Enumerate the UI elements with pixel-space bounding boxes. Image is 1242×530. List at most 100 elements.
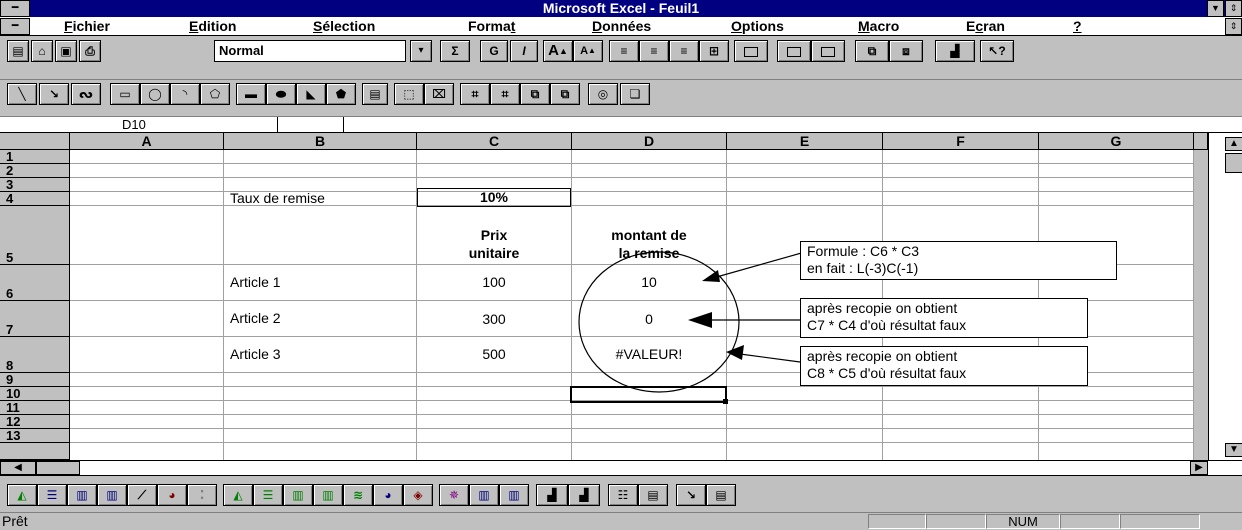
3d-stacked-icon[interactable]: ▥ (313, 484, 343, 506)
polygon-icon[interactable]: ⬠ (200, 83, 230, 105)
drop-shadow-icon[interactable]: ❏ (620, 83, 650, 105)
menu-fichier[interactable]: Fichier (64, 17, 110, 36)
row-header-1[interactable]: 1 (0, 150, 70, 164)
filled-polygon-icon[interactable]: ⬟ (326, 83, 356, 105)
gridlines-icon[interactable]: ☷ (608, 484, 638, 506)
scroll-up-icon[interactable]: ▲ (1225, 137, 1242, 151)
center-across-icon[interactable]: ⊞ (699, 40, 729, 62)
row-header-11[interactable]: 11 (0, 401, 70, 415)
3d-surface-icon[interactable]: ◈ (403, 484, 433, 506)
chart-text-box-icon[interactable]: ▤ (706, 484, 736, 506)
scroll-right-icon[interactable]: ▶ (1190, 461, 1208, 475)
print-icon[interactable]: ⎙ (79, 40, 101, 62)
bold-icon[interactable]: G (480, 40, 508, 62)
row-header-2[interactable]: 2 (0, 164, 70, 178)
chart-arrow-icon[interactable]: ↘ (676, 484, 706, 506)
3d-line-icon[interactable]: ≋ (343, 484, 373, 506)
rectangle-icon[interactable]: ▭ (110, 83, 140, 105)
select-all-corner[interactable] (0, 133, 70, 150)
column-header-f[interactable]: F (883, 133, 1039, 150)
combination-chart-icon[interactable]: ▥ (469, 484, 499, 506)
bring-front-icon[interactable]: ⧉ (520, 83, 550, 105)
note-recopie-c7[interactable]: après recopie on obtient C7 * C4 d'où ré… (800, 298, 1088, 338)
border-outline-icon[interactable] (777, 40, 811, 62)
chart-format-icon[interactable]: ▟ (568, 484, 600, 506)
preferred-chart-icon[interactable]: ▥ (499, 484, 529, 506)
text-box-icon[interactable]: ▤ (362, 83, 388, 105)
italic-icon[interactable]: I (510, 40, 538, 62)
note-formule[interactable]: Formule : C6 * C3 en fait : L(-3)C(-1) (800, 241, 1117, 280)
filled-arc-icon[interactable]: ◣ (296, 83, 326, 105)
format-painter-icon[interactable]: ⧈ (889, 40, 923, 62)
chart-wizard-icon[interactable]: ▟ (935, 40, 975, 62)
arrow-tool-icon[interactable]: ↘ (39, 83, 69, 105)
chart-wizard-small-icon[interactable]: ▟ (536, 484, 568, 506)
new-icon[interactable]: ▤ (7, 40, 29, 62)
align-right-icon[interactable]: ≡ (669, 40, 699, 62)
arc-icon[interactable]: ◝ (170, 83, 200, 105)
menu-ecran[interactable]: Ecran (966, 17, 1005, 36)
menu-help[interactable]: ? (1073, 17, 1082, 36)
horizontal-scrollbar[interactable]: ◀ ▶ (0, 460, 1242, 476)
dropdown-arrow-icon[interactable]: ▾ (410, 40, 432, 62)
color-icon[interactable]: ◎ (588, 83, 618, 105)
column-header-b[interactable]: B (224, 133, 417, 150)
freehand-icon[interactable]: ᔓ (71, 83, 101, 105)
font-decrease-icon[interactable]: A▲ (573, 40, 603, 62)
note-recopie-c8[interactable]: après recopie on obtient C8 * C5 d'où ré… (800, 346, 1088, 386)
column-header-c[interactable]: C (417, 133, 572, 150)
row-header-10[interactable]: 10 (0, 387, 70, 401)
save-icon[interactable]: ▣ (55, 40, 77, 62)
filled-ellipse-icon[interactable]: ⬬ (266, 83, 296, 105)
scatter-chart-icon[interactable]: ⁚ (187, 484, 217, 506)
menu-options[interactable]: Options (731, 17, 784, 36)
filled-rectangle-icon[interactable]: ▬ (236, 83, 266, 105)
style-combobox[interactable]: Normal (214, 40, 406, 62)
doc-restore-icon[interactable]: ⇕ (1225, 18, 1242, 35)
scroll-left-icon[interactable]: ◀ (0, 461, 36, 475)
column-chart-icon[interactable]: ▥ (67, 484, 97, 506)
3d-bar-icon[interactable]: ☰ (253, 484, 283, 506)
menu-donnees[interactable]: Données (592, 17, 651, 36)
restore-icon[interactable]: ⇕ (1225, 0, 1242, 17)
column-header-g[interactable]: G (1039, 133, 1194, 150)
selection-icon[interactable]: ⬚ (394, 83, 424, 105)
3d-area-icon[interactable]: ◭ (223, 484, 253, 506)
3d-pie-icon[interactable]: ◕ (373, 484, 403, 506)
minimize-icon[interactable]: ▼ (1207, 0, 1224, 17)
row-header-4[interactable]: 4 (0, 192, 70, 206)
pie-chart-icon[interactable]: ◕ (157, 484, 187, 506)
ungroup-icon[interactable]: ⌗ (490, 83, 520, 105)
bar-chart-icon[interactable]: ☰ (37, 484, 67, 506)
scroll-thumb-vertical[interactable] (1225, 153, 1242, 173)
3d-column-icon[interactable]: ▥ (283, 484, 313, 506)
column-header-d[interactable]: D (572, 133, 727, 150)
align-left-icon[interactable]: ≡ (609, 40, 639, 62)
worksheet-grid[interactable]: Taux de remise 10% Prix unitaire montant… (70, 150, 1194, 460)
scroll-thumb-horizontal[interactable] (36, 461, 80, 475)
doc-menu-icon[interactable]: ━ (0, 18, 30, 35)
row-header-12[interactable]: 12 (0, 415, 70, 429)
menu-macro[interactable]: Macro (858, 17, 899, 36)
font-increase-icon[interactable]: A▲ (543, 40, 573, 62)
help-icon[interactable]: ↖? (980, 40, 1014, 62)
border-bottom-icon[interactable] (811, 40, 845, 62)
vertical-scrollbar[interactable]: ▲ ▼ (1208, 133, 1242, 460)
legend-icon[interactable]: ▤ (638, 484, 668, 506)
align-center-icon[interactable]: ≡ (639, 40, 669, 62)
copy-icon[interactable]: ⧉ (855, 40, 889, 62)
row-header-3[interactable]: 3 (0, 178, 70, 192)
line-chart-icon[interactable]: ⟋ (127, 484, 157, 506)
sum-icon[interactable]: Σ (440, 40, 470, 62)
row-header-9[interactable]: 9 (0, 373, 70, 387)
name-box[interactable]: D10 (0, 117, 278, 133)
radar-chart-icon[interactable]: ✵ (439, 484, 469, 506)
border-icon[interactable] (734, 40, 768, 62)
menu-selection[interactable]: Sélection (313, 17, 375, 36)
row-header-13[interactable]: 13 (0, 429, 70, 443)
ellipse-icon[interactable]: ◯ (140, 83, 170, 105)
open-icon[interactable]: ⌂ (31, 40, 53, 62)
area-chart-icon[interactable]: ◭ (7, 484, 37, 506)
line-tool-icon[interactable]: ╲ (7, 83, 37, 105)
scroll-down-icon[interactable]: ▼ (1225, 443, 1242, 457)
